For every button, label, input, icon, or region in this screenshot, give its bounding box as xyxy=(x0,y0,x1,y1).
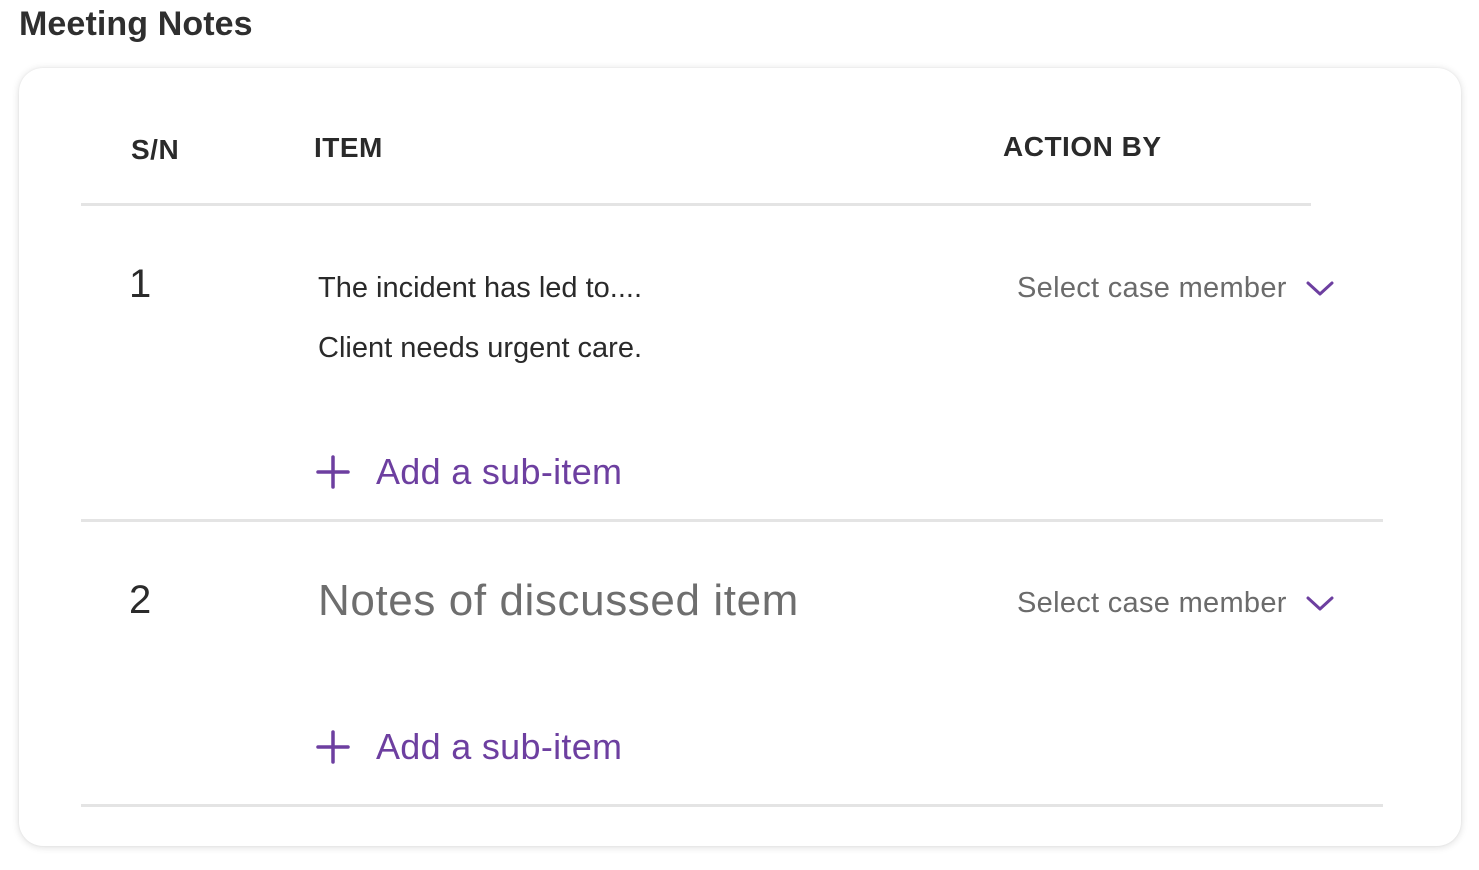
header-divider xyxy=(81,203,1311,206)
column-header-action-by: ACTION BY xyxy=(1003,131,1162,162)
row-1-note-2[interactable]: Client needs urgent care. xyxy=(318,332,642,365)
column-header-item: ITEM xyxy=(314,132,383,163)
row-2-item-input[interactable]: Notes of discussed item xyxy=(318,576,799,626)
row-2-add-sub-item-button[interactable]: Add a sub-item xyxy=(316,726,622,768)
row-1-action-by-dropdown[interactable]: Select case member xyxy=(1017,272,1335,305)
chevron-down-icon xyxy=(1306,281,1334,295)
row-1-serial-number: 1 xyxy=(129,262,152,306)
row-1-add-sub-item-button[interactable]: Add a sub-item xyxy=(316,451,622,493)
row-1-action-by-placeholder: Select case member xyxy=(1017,272,1287,304)
chevron-down-icon xyxy=(1306,596,1334,610)
column-header-sn: S/N xyxy=(131,134,180,165)
row-2-divider xyxy=(81,804,1383,807)
row-2-add-sub-item-label: Add a sub-item xyxy=(376,726,623,767)
page-title: Meeting Notes xyxy=(19,5,253,43)
row-2-serial-number: 2 xyxy=(129,578,152,622)
plus-icon xyxy=(316,730,350,764)
row-1-divider xyxy=(81,519,1383,522)
row-2-action-by-dropdown[interactable]: Select case member xyxy=(1017,587,1335,620)
plus-icon xyxy=(316,455,350,489)
row-2-action-by-placeholder: Select case member xyxy=(1017,587,1287,619)
meeting-notes-card: S/N ITEM ACTION BY 1 The incident has le… xyxy=(19,68,1461,846)
row-1-add-sub-item-label: Add a sub-item xyxy=(376,451,623,492)
row-1-note-1[interactable]: The incident has led to.... xyxy=(318,272,642,305)
